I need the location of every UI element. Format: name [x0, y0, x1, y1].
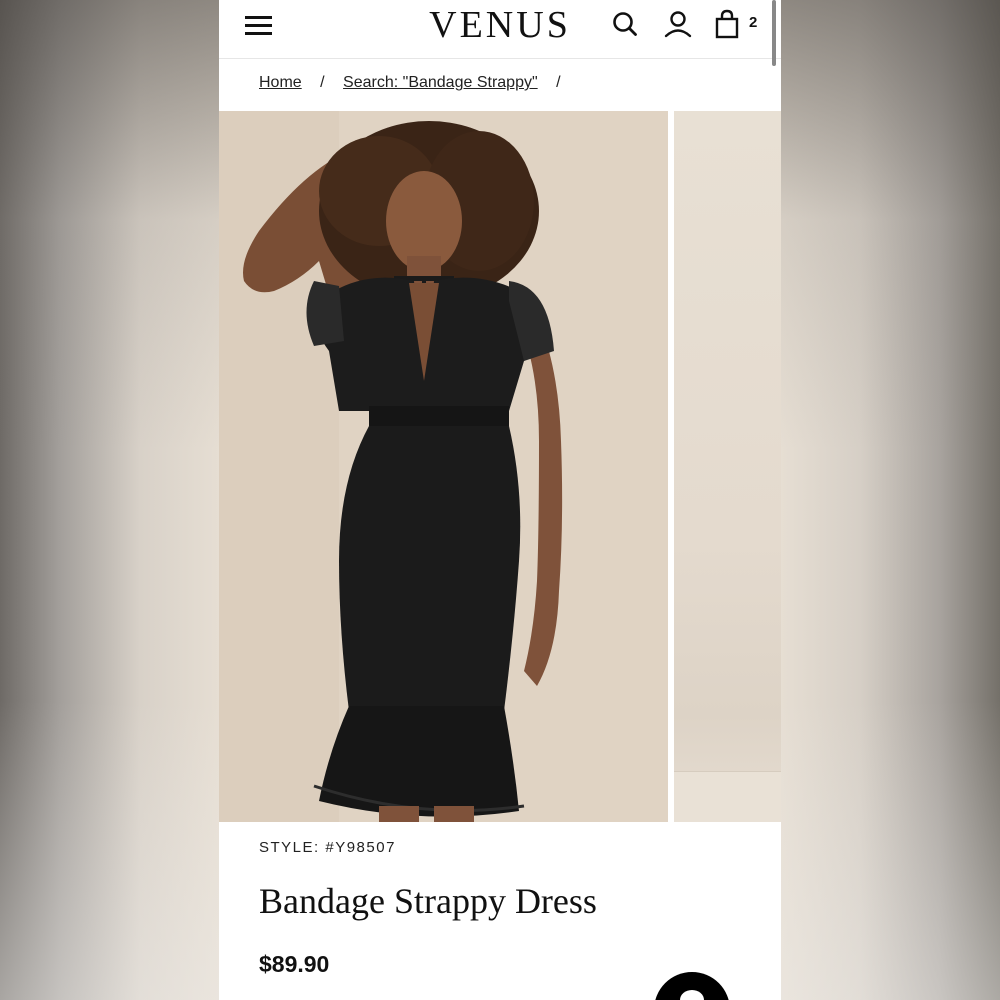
account-icon[interactable] — [663, 9, 693, 39]
product-image-next[interactable] — [674, 111, 781, 822]
scrollbar[interactable] — [772, 0, 776, 66]
breadcrumb: Home / Search: "Bandage Strappy" / — [259, 74, 575, 92]
floor-edge — [674, 771, 781, 822]
breadcrumb-separator: / — [556, 74, 561, 91]
product-image-main[interactable] — [219, 111, 668, 822]
search-icon[interactable] — [612, 11, 638, 37]
chat-button[interactable] — [654, 972, 730, 1000]
brand-name: VENUS — [429, 4, 571, 46]
model-photo — [219, 111, 668, 822]
bag-count-badge[interactable]: 2 — [749, 14, 757, 31]
mobile-page: VENUS 2 Home / Search: "Bandage Strappy"… — [219, 0, 781, 1000]
shopping-bag-icon[interactable] — [715, 9, 739, 39]
breadcrumb-search-link[interactable]: Search: "Bandage Strappy" — [343, 74, 538, 91]
breadcrumb-separator: / — [320, 74, 325, 91]
chat-icon — [680, 990, 704, 1000]
product-title: Bandage Strappy Dress — [259, 881, 597, 921]
site-header: VENUS 2 — [219, 0, 781, 59]
brand-logo[interactable]: VENUS — [219, 2, 781, 48]
style-number: STYLE: #Y98507 — [259, 839, 396, 856]
product-price: $89.90 — [259, 951, 330, 977]
breadcrumb-home-link[interactable]: Home — [259, 74, 302, 91]
